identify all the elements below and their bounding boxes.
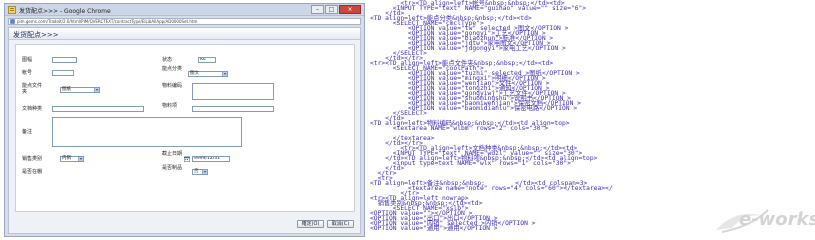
calendar-icon[interactable] [184, 156, 190, 162]
minimize-button[interactable]: – [311, 5, 324, 14]
chevron-down-icon [78, 157, 83, 161]
page-header: 发货配点>>> [9, 28, 360, 40]
doc-form: 图幅 状态 KE 帐号 能点分类 图文 能点文件夹 图纸 物料编码 文档种类 物… [15, 44, 355, 212]
f5-select[interactable]: 图纸 [60, 87, 100, 93]
label-f11: 截止日期 [162, 151, 183, 157]
f4-select[interactable]: 图文 [188, 71, 228, 77]
label-f13: 是否制品 [162, 165, 183, 171]
f9-textarea[interactable] [52, 117, 242, 147]
f8-input[interactable] [192, 106, 274, 112]
close-button[interactable]: × [339, 5, 361, 14]
f2-input[interactable]: KE [198, 57, 216, 63]
chevron-down-icon [202, 170, 207, 174]
label-f7: 文档种类 [22, 106, 43, 112]
label-f10: 销售类别 [22, 156, 43, 162]
source-code-panel: <tr><TD align=left>帐号&nbsp;&nbsp;</td><t… [370, 0, 815, 240]
page-icon [8, 6, 16, 14]
f11-date-input[interactable]: 9999/12/31 [192, 156, 230, 162]
f6-textarea[interactable] [192, 83, 274, 100]
label-f2: 状态 [162, 57, 173, 63]
address-bar[interactable]: pim.gems.com/TradeIt/2.0/html/PIM/OVERCT… [8, 18, 361, 25]
ok-button[interactable]: 確定(O) [297, 220, 324, 228]
label-f9: 备注 [22, 129, 33, 135]
browser-window: 发货配点>>> - Google Chrome – □ × pim.gems.c… [4, 3, 365, 237]
code-line: <OPTION value="通用">通用</OPTION > [370, 225, 498, 232]
label-f6: 物料编码 [162, 83, 183, 89]
f4-selected: 图文 [190, 71, 199, 76]
f13-selected: 否 [194, 169, 199, 174]
f5-selected: 图纸 [62, 87, 71, 92]
watermark-text: e-works [739, 209, 815, 230]
label-f8: 物料项 [162, 103, 178, 109]
chevron-down-icon [94, 88, 99, 92]
label-f5: 能点文件夹 [22, 83, 43, 95]
label-f1: 图幅 [22, 57, 33, 63]
site-icon [10, 19, 15, 24]
window-title: 发货配点>>> - Google Chrome [19, 8, 111, 15]
label-f12: 是否在棚 [22, 169, 43, 175]
page-content: 发货配点>>> 图幅 状态 KE 帐号 能点分类 图文 能点文件夹 图纸 物料编… [8, 27, 361, 234]
code-line: <textarea NAME="wlbm" rows="2" cols="30"… [370, 125, 549, 132]
cancel-button[interactable]: 取消(C) [327, 220, 354, 228]
title-bar: 发货配点>>> - Google Chrome – □ × [5, 4, 364, 16]
f7-input[interactable] [52, 106, 144, 112]
f3-input[interactable] [52, 70, 74, 76]
chevron-down-icon [222, 72, 227, 76]
f13-select[interactable]: 否 [192, 169, 208, 175]
f10-select[interactable]: 内销 [60, 156, 84, 162]
f12-value [60, 169, 61, 175]
label-f4: 能点分类 [162, 66, 183, 72]
f10-selected: 内销 [62, 156, 71, 161]
page-title: 发货配点>>> [13, 31, 59, 39]
url-text: pim.gems.com/TradeIt/2.0/html/PIM/OVERCT… [17, 19, 198, 24]
f1-input[interactable] [52, 57, 77, 63]
maximize-button[interactable]: □ [325, 5, 338, 14]
label-f3: 帐号 [22, 70, 33, 76]
